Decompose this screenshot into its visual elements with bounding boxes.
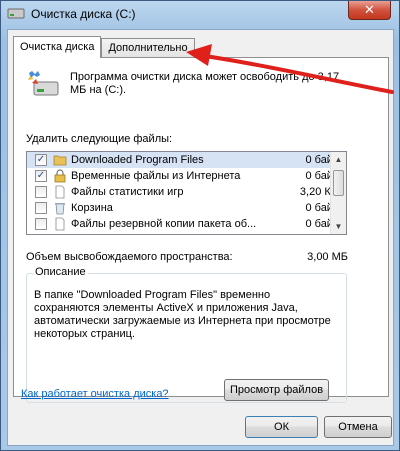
disk-cleanup-icon — [28, 71, 59, 96]
drive-icon — [7, 8, 25, 19]
tab-disk-cleanup[interactable]: Очистка диска — [13, 36, 102, 58]
files-to-delete-label: Удалить следующие файлы: — [26, 133, 173, 145]
description-legend: Описание — [33, 266, 88, 278]
checkbox[interactable]: ✓ — [35, 154, 47, 166]
tab-strip: Очистка диска Дополнительно — [13, 36, 195, 58]
folder-icon — [53, 155, 67, 166]
title-bar[interactable]: Очистка диска (C:) ✕ — [1, 1, 399, 27]
window-title: Очистка диска (C:) — [31, 7, 136, 21]
scrollbar-thumb[interactable] — [333, 170, 344, 196]
view-files-button[interactable]: Просмотр файлов — [224, 379, 329, 401]
tab-panel: Программа очистки диска может освободить… — [13, 57, 389, 403]
file-name: Файлы статистики игр — [71, 186, 184, 198]
tab-more-options[interactable]: Дополнительно — [101, 38, 195, 58]
list-item[interactable]: Файлы резервной копии пакета об... 0 бай… — [27, 216, 346, 232]
list-item[interactable]: ✓ Downloaded Program Files 0 байт — [27, 152, 346, 168]
checkbox[interactable] — [35, 186, 47, 198]
vertical-scrollbar[interactable]: ▲ ▼ — [330, 152, 346, 234]
checkbox[interactable] — [35, 202, 47, 214]
file-name: Корзина — [71, 202, 113, 214]
checkbox[interactable] — [35, 218, 47, 230]
close-button[interactable]: ✕ — [348, 1, 391, 20]
checkbox[interactable]: ✓ — [35, 170, 47, 182]
intro-text: Программа очистки диска может освободить… — [70, 71, 340, 96]
file-name: Временные файлы из Интернета — [71, 170, 241, 182]
space-freed-value: 3,00 МБ — [307, 251, 348, 263]
file-icon — [55, 185, 65, 199]
disk-cleanup-window: Очистка диска (C:) ✕ Очистка диска Допол… — [0, 0, 400, 451]
close-icon: ✕ — [364, 2, 375, 17]
recycle-bin-icon — [55, 203, 65, 215]
scroll-down-icon[interactable]: ▼ — [331, 219, 346, 234]
file-icon — [55, 217, 65, 231]
description-text: В папке "Downloaded Program Files" време… — [34, 289, 331, 340]
list-item[interactable]: Корзина 0 байт — [27, 200, 346, 216]
cancel-button[interactable]: Отмена — [324, 416, 392, 438]
scroll-up-icon[interactable]: ▲ — [331, 152, 346, 167]
file-name: Файлы резервной копии пакета об... — [71, 218, 257, 230]
file-list[interactable]: ✓ Downloaded Program Files 0 байт ✓ Врем… — [26, 151, 347, 235]
ok-button[interactable]: ОК — [245, 416, 318, 438]
lock-icon — [54, 169, 66, 183]
help-link[interactable]: Как работает очистка диска? — [21, 388, 169, 400]
list-item[interactable]: ✓ Временные файлы из Интернета 0 байт — [27, 168, 346, 184]
space-freed-label: Объем высвобождаемого пространства: — [26, 251, 233, 263]
list-item[interactable]: Файлы статистики игр 3,20 КБ — [27, 184, 346, 200]
file-name: Downloaded Program Files — [71, 154, 204, 166]
dialog-body: Очистка диска Дополнительно Программа оч… — [7, 29, 394, 446]
